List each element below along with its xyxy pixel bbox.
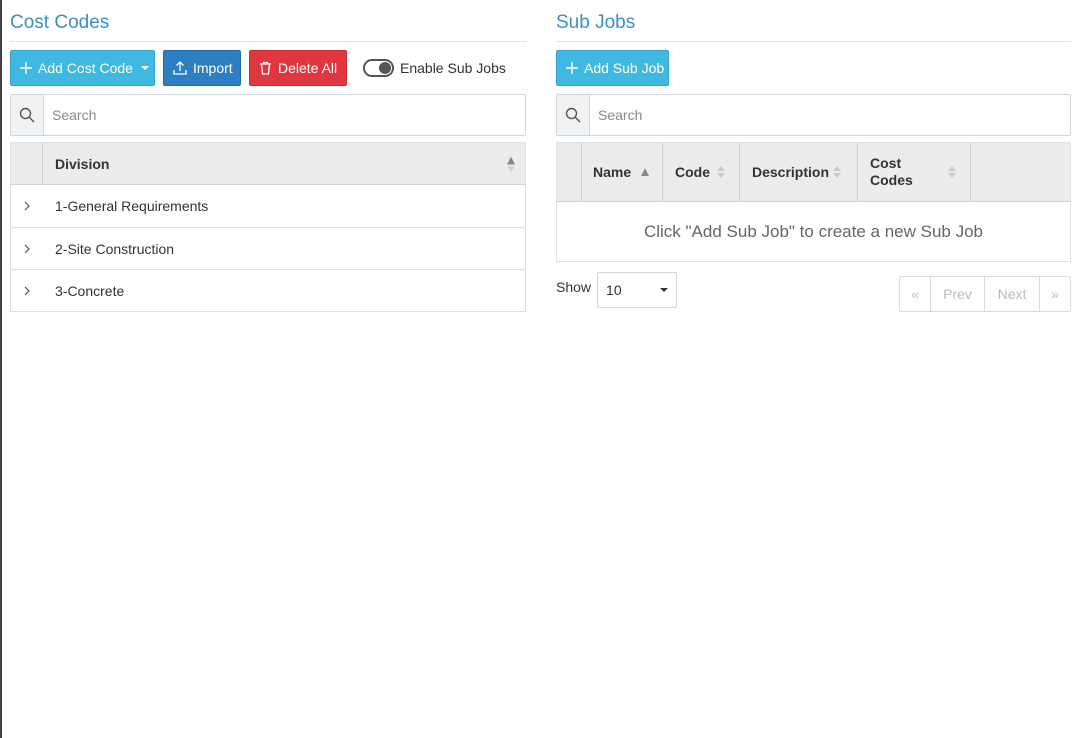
cost-codes-toolbar: Add Cost Code Import Delete All Enable S… — [10, 50, 526, 86]
cost-codes-header-line1: Cost — [870, 155, 902, 171]
chevron-right-icon[interactable] — [11, 244, 43, 254]
sub-jobs-table-header: Name Code Description Cost Codes — [557, 143, 1070, 202]
page-size-control: Show 10 — [556, 272, 678, 308]
division-header-label: Division — [55, 155, 110, 172]
sort-icon — [833, 166, 841, 178]
empty-table-message: Click "Add Sub Job" to create a new Sub … — [643, 221, 984, 241]
actions-column-header — [971, 143, 1070, 201]
expand-column-header — [11, 143, 43, 184]
sort-asc-icon — [641, 168, 649, 176]
toggle-switch[interactable] — [363, 59, 394, 77]
division-label: 2-Site Construction — [55, 240, 175, 257]
window-left-border — [0, 0, 2, 738]
table-row[interactable]: 1-General Requirements — [11, 185, 525, 227]
chevron-down-icon — [140, 66, 149, 70]
add-cost-code-label: Add Cost Code — [38, 60, 133, 76]
division-label: 1-General Requirements — [55, 198, 209, 214]
sort-asc-icon — [507, 156, 515, 171]
chevron-right-icon[interactable] — [11, 201, 43, 211]
division-table: Division 1-General Requirements 2-Site C… — [10, 142, 526, 312]
sub-jobs-footer: Show 10 « Prev Next » — [556, 272, 1071, 312]
add-sub-job-label: Add Sub Job — [584, 60, 665, 76]
cost-codes-header-line2: Codes — [870, 172, 913, 188]
page-size-select[interactable]: 10 — [597, 272, 678, 308]
sort-icon — [717, 166, 725, 178]
code-header-label: Code — [675, 164, 710, 180]
sub-jobs-title: Sub Jobs — [556, 8, 1071, 42]
cost-codes-title: Cost Codes — [10, 8, 526, 42]
sub-jobs-search — [556, 94, 1071, 136]
page-size-value: 10 — [606, 282, 622, 298]
show-label: Show — [556, 279, 592, 295]
chevron-right-icon[interactable] — [11, 286, 43, 296]
sub-jobs-table: Name Code Description Cost Codes Click "… — [556, 142, 1071, 262]
sort-icon — [948, 166, 956, 178]
plus-icon — [566, 61, 578, 75]
add-sub-job-button[interactable]: Add Sub Job — [556, 50, 669, 86]
import-button[interactable]: Import — [163, 50, 241, 86]
division-column-header[interactable]: Division — [43, 143, 525, 184]
pagination: « Prev Next » — [899, 276, 1071, 312]
name-header-label: Name — [593, 164, 632, 180]
enable-sub-jobs-label: Enable Sub Jobs — [400, 60, 506, 76]
first-page-button[interactable]: « — [900, 277, 931, 311]
code-column-header[interactable]: Code — [663, 143, 740, 201]
table-row[interactable]: 3-Concrete — [11, 269, 525, 311]
select-column-header — [557, 143, 582, 201]
sub-jobs-search-input[interactable] — [590, 95, 1070, 135]
sub-jobs-panel: Sub Jobs Add Sub Job Name Code — [556, 8, 1071, 312]
cost-codes-column-header[interactable]: Cost Codes — [858, 143, 971, 201]
division-label: 3-Concrete — [55, 282, 125, 299]
last-page-button[interactable]: » — [1040, 277, 1070, 311]
upload-icon — [173, 61, 187, 75]
delete-all-button[interactable]: Delete All — [249, 50, 347, 86]
add-cost-code-button[interactable]: Add Cost Code — [10, 50, 155, 86]
cost-codes-search — [10, 94, 526, 136]
cost-codes-panel: Cost Codes Add Cost Code Import Delete A… — [10, 8, 526, 312]
enable-sub-jobs-toggle[interactable]: Enable Sub Jobs — [363, 59, 506, 77]
prev-page-button[interactable]: Prev — [931, 277, 985, 311]
name-column-header[interactable]: Name — [582, 143, 663, 201]
chevron-down-icon — [660, 288, 669, 292]
search-icon — [557, 95, 590, 135]
sub-jobs-toolbar: Add Sub Job — [556, 50, 1071, 86]
table-row[interactable]: 2-Site Construction — [11, 227, 525, 269]
delete-all-label: Delete All — [278, 60, 338, 76]
description-header-label: Description — [752, 164, 830, 180]
toggle-knob — [379, 62, 391, 74]
cost-codes-search-input[interactable] — [44, 95, 525, 135]
next-page-button[interactable]: Next — [985, 277, 1040, 311]
description-column-header[interactable]: Description — [740, 143, 858, 201]
division-table-body: 1-General Requirements 2-Site Constructi… — [11, 185, 525, 311]
trash-icon — [259, 61, 272, 75]
division-table-header: Division — [11, 143, 525, 185]
plus-icon — [20, 61, 32, 75]
search-icon — [11, 95, 44, 135]
import-label: Import — [193, 60, 233, 76]
